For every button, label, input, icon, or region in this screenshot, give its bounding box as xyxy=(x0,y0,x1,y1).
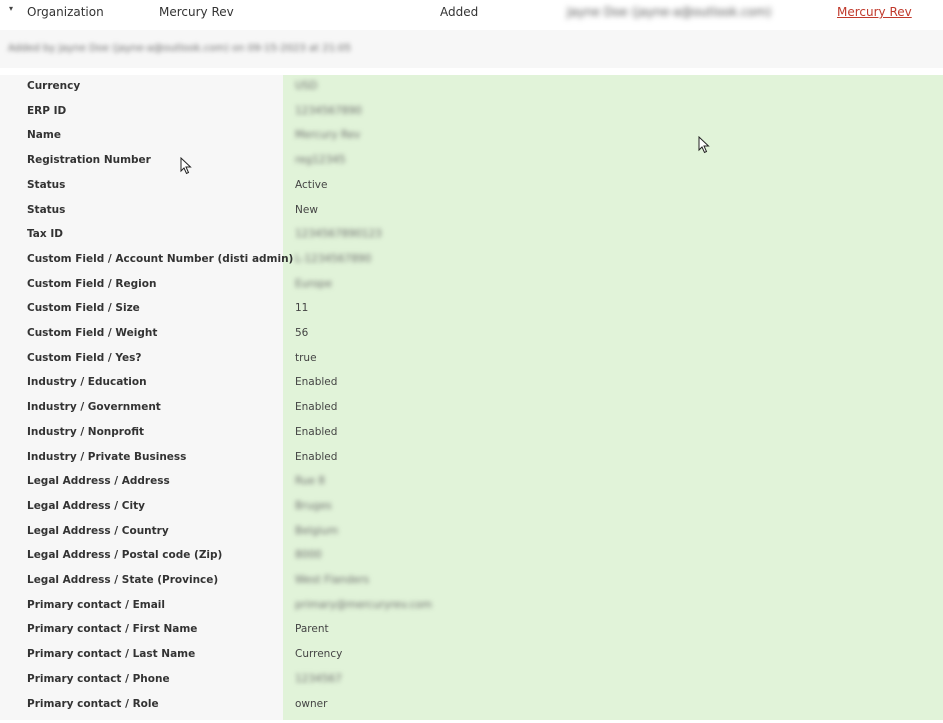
field-row: Tax ID 1234567890123 xyxy=(0,223,943,248)
field-value: true xyxy=(295,351,317,364)
field-value: Mercury Rev xyxy=(295,129,361,142)
chevron-down-icon[interactable]: ▾ xyxy=(9,4,13,13)
field-row: Industry / Education Enabled xyxy=(0,371,943,396)
field-value: Rue 8 xyxy=(295,475,325,488)
field-row: Custom Field / Size 11 xyxy=(0,297,943,322)
field-value: reg12345 xyxy=(295,154,346,167)
field-row: Legal Address / Country Belgium xyxy=(0,520,943,545)
field-label: Currency xyxy=(27,80,81,92)
field-label: Industry / Private Business xyxy=(27,450,187,463)
field-row: Industry / Private Business Enabled xyxy=(0,446,943,471)
field-row: Legal Address / City Bruges xyxy=(0,495,943,520)
mouse-pointer-icon xyxy=(180,157,192,175)
field-label: Custom Field / Region xyxy=(27,277,157,290)
field-value: 11 xyxy=(295,302,309,315)
field-label: Industry / Education xyxy=(27,376,147,389)
field-value: Active xyxy=(295,178,328,191)
field-value: Belgium xyxy=(295,524,339,537)
field-label: ERP ID xyxy=(27,104,67,117)
field-row: Currency USD xyxy=(0,75,943,100)
field-label: Primary contact / Role xyxy=(27,697,159,710)
field-row: Status Active xyxy=(0,174,943,199)
field-value: Enabled xyxy=(295,425,338,438)
field-label: Custom Field / Weight xyxy=(27,327,158,339)
field-value: Enabled xyxy=(295,401,338,414)
field-value: Bruges xyxy=(295,499,332,512)
field-value: Enabled xyxy=(295,450,338,463)
field-value: 8000 xyxy=(295,549,322,562)
entity-link[interactable]: Mercury Rev xyxy=(837,5,912,19)
field-row: Custom Field / Region Europe xyxy=(0,273,943,298)
field-label: Custom Field / Size xyxy=(27,302,140,315)
added-by-text: Added by Jayne Doe (jayne-a@outlook.com)… xyxy=(8,43,352,54)
field-label: Custom Field / Account Number (disti adm… xyxy=(27,252,294,265)
field-value: Parent xyxy=(295,623,329,636)
field-value: New xyxy=(295,203,318,216)
field-row: Industry / Nonprofit Enabled xyxy=(0,421,943,446)
field-value: 1234567 xyxy=(295,672,342,685)
field-label: Primary contact / Email xyxy=(27,598,165,611)
field-value: Europe xyxy=(295,277,332,290)
field-label: Legal Address / City xyxy=(27,499,145,512)
field-row: Name Mercury Rev xyxy=(0,124,943,149)
field-value: 56 xyxy=(295,327,309,339)
field-value: L-1234567890 xyxy=(295,252,372,265)
field-row: Custom Field / Yes? true xyxy=(0,347,943,372)
field-row: Status New xyxy=(0,199,943,224)
field-row: Industry / Government Enabled xyxy=(0,396,943,421)
entity-name: Mercury Rev xyxy=(159,5,234,19)
change-details-table: Currency USD ERP ID 1234567890 Name Mercury R… xyxy=(0,75,943,723)
field-row: Legal Address / Postal code (Zip) 8000 xyxy=(0,544,943,569)
audit-log-page: ▾ Organization Mercury Rev Added Jayne D… xyxy=(0,0,943,723)
user-email: Jayne Doe (jayne-a@outlook.com) xyxy=(567,5,772,19)
field-row: ERP ID 1234567890 xyxy=(0,100,943,125)
field-row: Legal Address / Address Rue 8 xyxy=(0,470,943,495)
mouse-pointer-icon xyxy=(698,136,710,154)
field-value: Currency xyxy=(295,648,343,661)
field-row: Registration Number reg12345 xyxy=(0,149,943,174)
field-value: primary@mercuryrev.com xyxy=(295,598,433,611)
entity-type: Organization xyxy=(27,5,104,19)
field-row: Primary contact / Phone 1234567 xyxy=(0,668,943,693)
field-value: West Flanders xyxy=(295,574,370,586)
audit-entry-row[interactable]: ▾ Organization Mercury Rev Added Jayne D… xyxy=(0,0,943,26)
field-label: Legal Address / State (Province) xyxy=(27,574,219,586)
field-label: Status xyxy=(27,203,66,216)
field-row: Custom Field / Weight 56 xyxy=(0,322,943,347)
field-value: Enabled xyxy=(295,376,338,389)
field-label: Legal Address / Country xyxy=(27,524,169,537)
field-label: Registration Number xyxy=(27,154,151,167)
field-row: Primary contact / Email primary@mercuryre… xyxy=(0,594,943,619)
field-label: Primary contact / First Name xyxy=(27,623,198,636)
field-label: Tax ID xyxy=(27,228,63,241)
field-value: 1234567890 xyxy=(295,104,362,117)
field-label: Legal Address / Postal code (Zip) xyxy=(27,549,223,562)
audit-entry-meta: Added by Jayne Doe (jayne-a@outlook.com)… xyxy=(0,30,943,68)
field-row: Primary contact / Role owner xyxy=(0,693,943,718)
field-label: Legal Address / Address xyxy=(27,475,170,488)
field-row: Legal Address / State (Province) West Fla… xyxy=(0,569,943,594)
field-row: Primary contact / First Name Parent xyxy=(0,618,943,643)
field-label: Industry / Government xyxy=(27,401,161,414)
action-label: Added xyxy=(440,5,479,19)
field-row: Custom Field / Account Number (disti adm… xyxy=(0,248,943,273)
field-value: USD xyxy=(295,80,318,92)
field-label: Status xyxy=(27,178,66,191)
field-label: Primary contact / Last Name xyxy=(27,648,196,661)
field-row: Primary contact / Last Name Currency xyxy=(0,643,943,668)
field-label: Name xyxy=(27,129,61,142)
field-value: 1234567890123 xyxy=(295,228,382,241)
field-value: owner xyxy=(295,697,328,710)
field-label: Primary contact / Phone xyxy=(27,672,170,685)
field-label: Custom Field / Yes? xyxy=(27,351,142,364)
field-label: Industry / Nonprofit xyxy=(27,425,144,438)
